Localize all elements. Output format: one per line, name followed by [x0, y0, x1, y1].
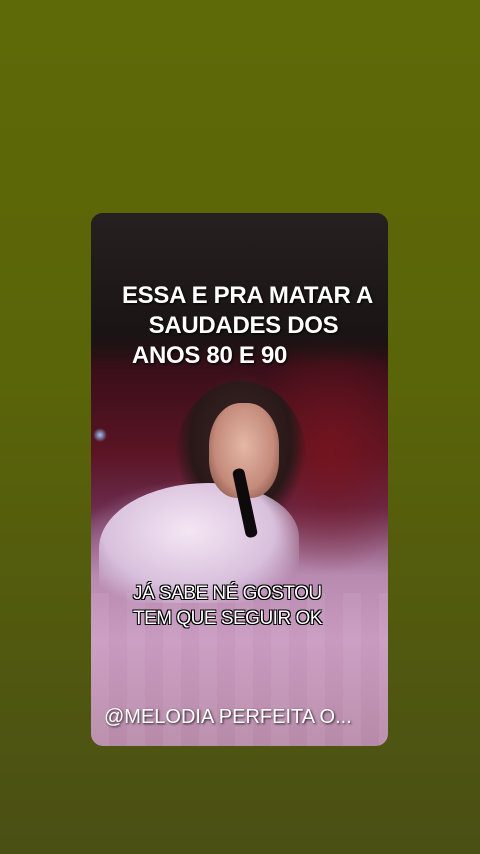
title-line-2: SAUDADES DOS — [148, 312, 339, 339]
caption-line-1: JÁ SABE NÉ GOSTOU — [133, 583, 322, 604]
video-card[interactable]: ESSA E PRA MATAR A SAUDADES DOS ANOS 80 … — [91, 213, 388, 746]
stage-light — [93, 428, 107, 442]
caption-line-2: TEM QUE SEGUIR OK — [133, 608, 322, 629]
title-line-3: ANOS 80 E 90 — [131, 342, 288, 369]
channel-handle[interactable]: @MELODIA PERFEITA O... — [104, 705, 352, 729]
title-line-1: ESSA E PRA MATAR A — [121, 282, 374, 309]
